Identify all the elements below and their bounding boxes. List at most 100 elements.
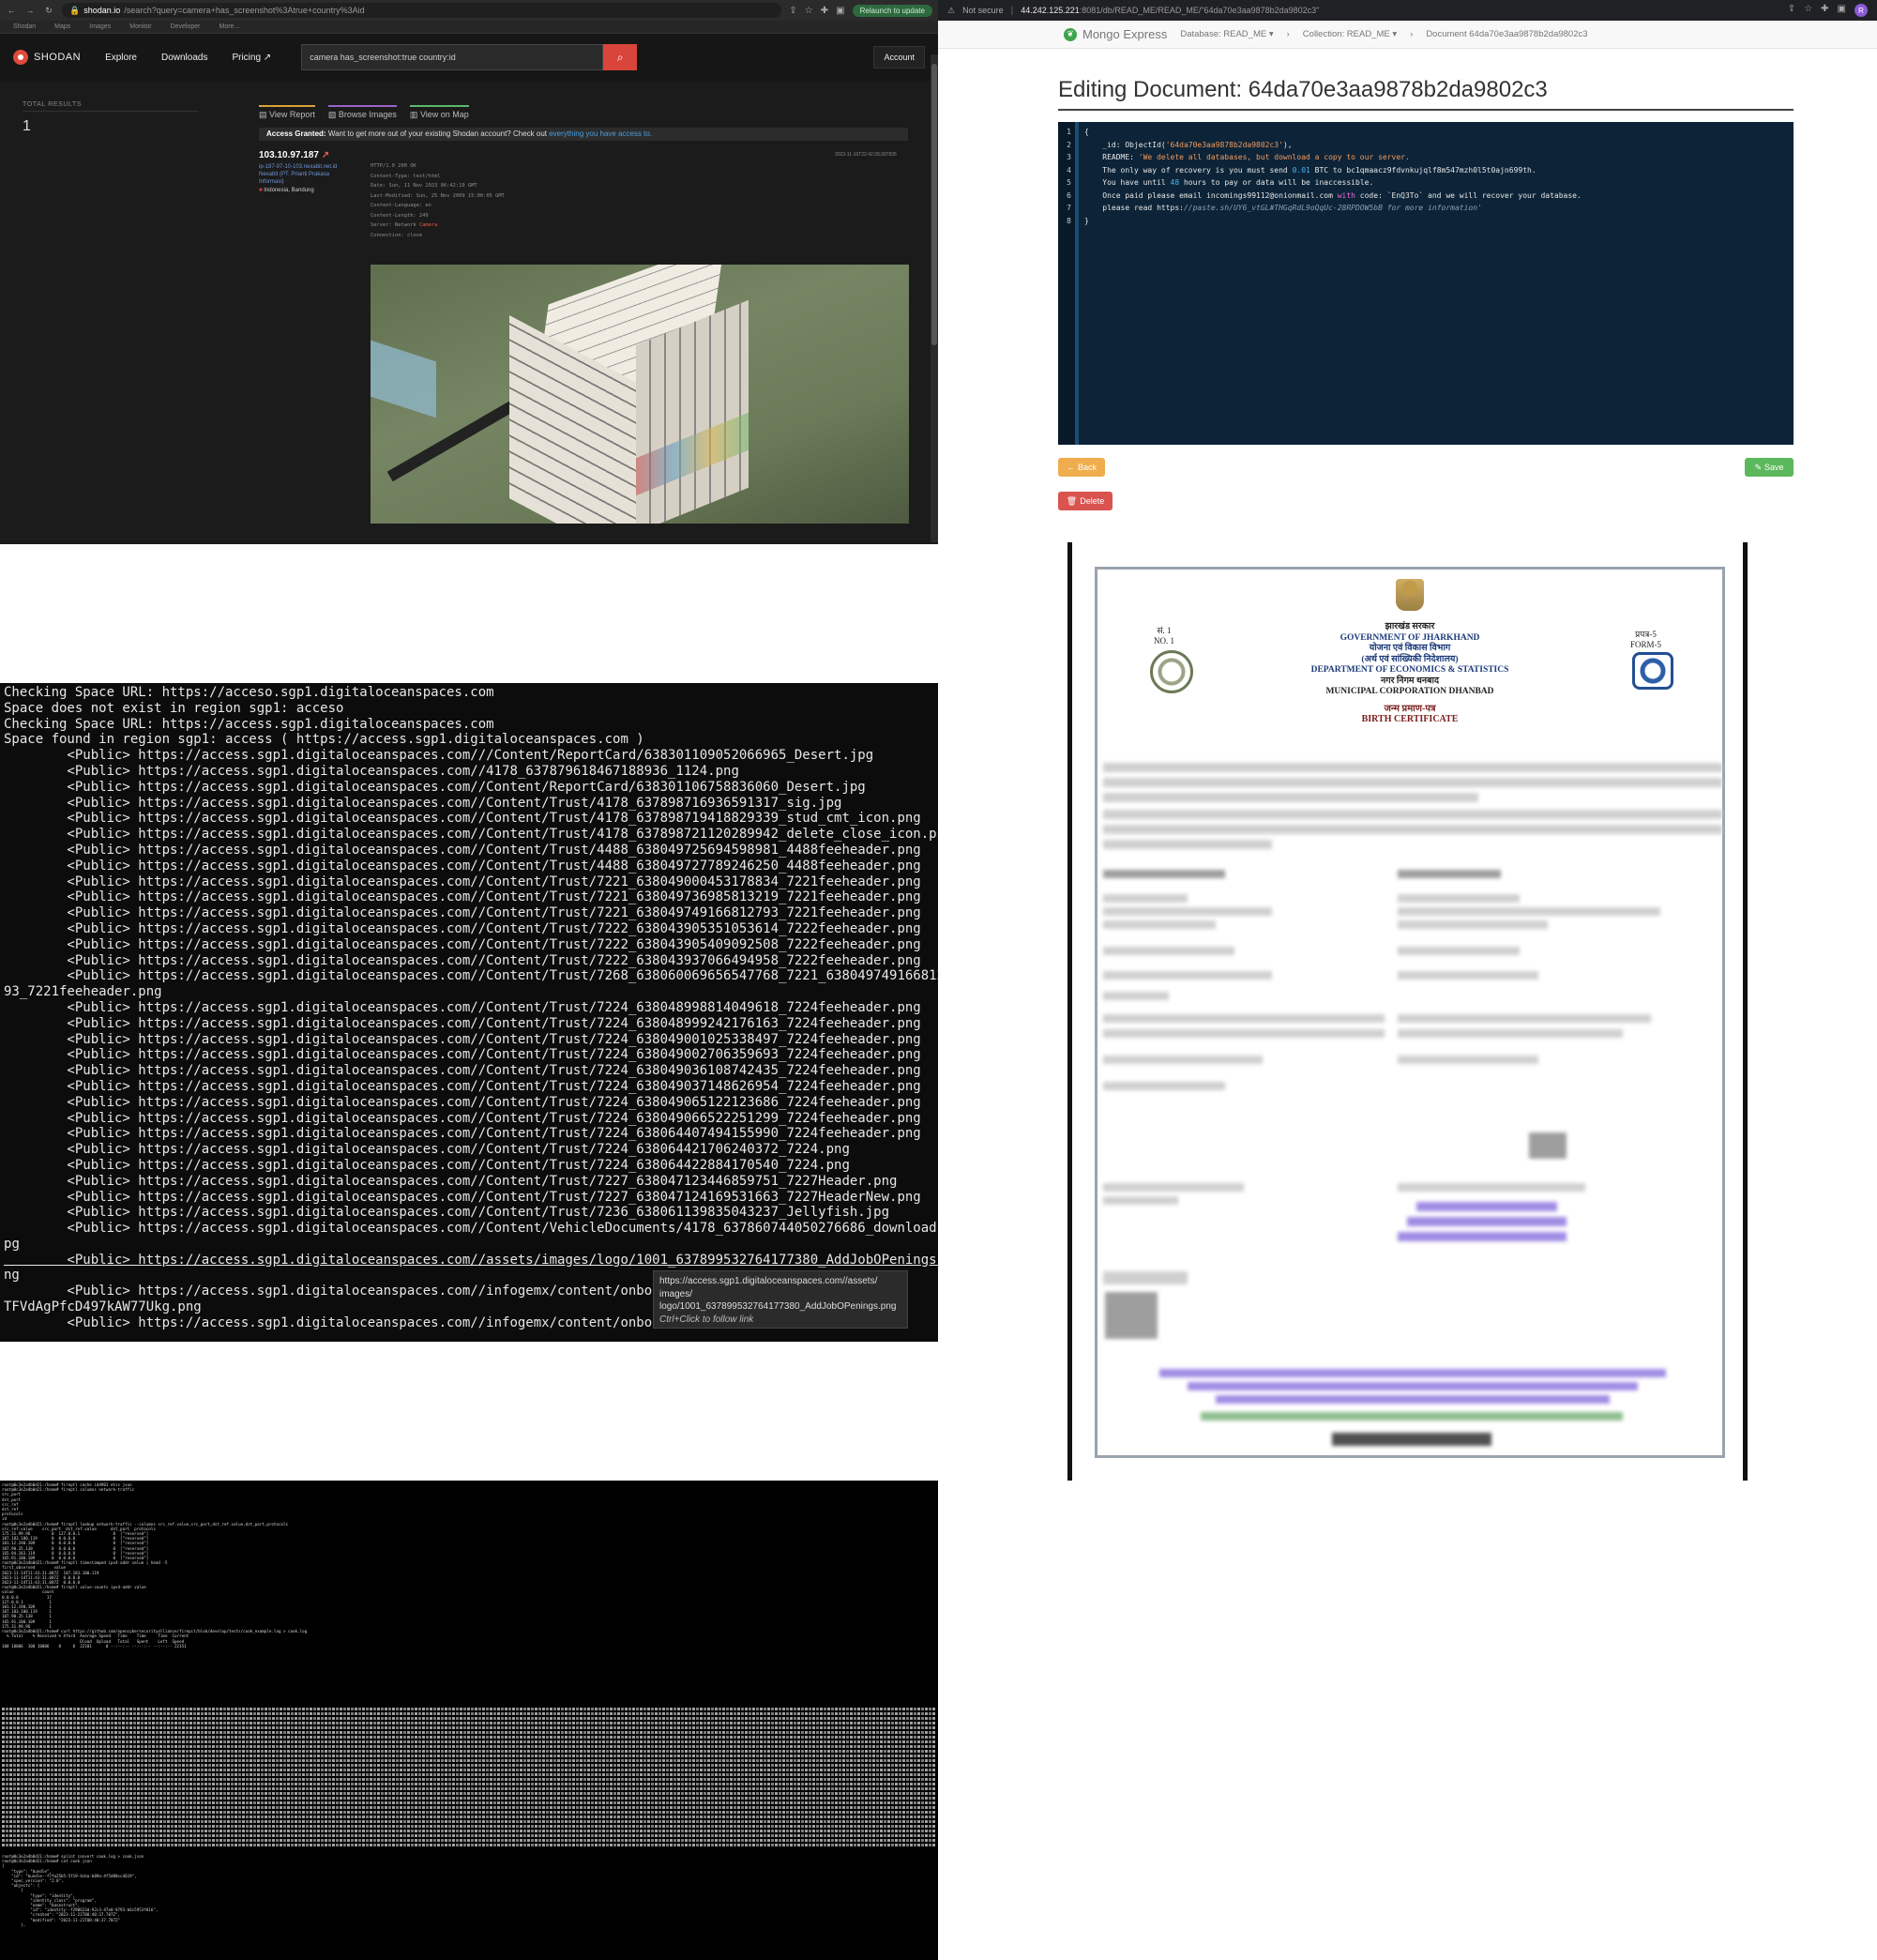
terminal-line: pg	[4, 1236, 20, 1252]
terminal-line: <Public> https://access.sgp1.digitalocea…	[4, 1189, 921, 1205]
redacted-text	[1103, 971, 1272, 980]
redacted-text	[1103, 1196, 1178, 1205]
redacted-text	[1103, 1029, 1385, 1038]
redacted-text	[1103, 825, 1722, 834]
birth-certificate: सं. 1 NO. 1 प्रपत्र-5 FORM-5 झारखंड सरका…	[1095, 567, 1725, 1458]
state-hi: झारखंड सरकार	[1385, 622, 1435, 631]
mongo-navbar: ❦ Mongo Express Database: READ_ME ▾ › Co…	[938, 21, 1877, 49]
terminal-line: <Public> https://access.sgp1.digitalocea…	[4, 1015, 921, 1031]
images-icon: ▧	[327, 110, 339, 119]
terminal-line: <Public> https://access.sgp1.digitalocea…	[4, 1094, 921, 1110]
extensions-icon[interactable]: ✚	[1821, 4, 1828, 17]
code-token: 48	[1170, 178, 1180, 187]
share-icon[interactable]: ⇪	[1788, 4, 1795, 17]
back-arrow-icon[interactable]: ←	[6, 6, 17, 15]
search-bar: ⌕	[301, 44, 638, 70]
code-token: _id: ObjectId(	[1084, 140, 1166, 149]
redacted-text	[1398, 947, 1520, 955]
bookmark-developer[interactable]: Developer	[171, 23, 201, 30]
terminal-output[interactable]: Checking Space URL: https://acceso.sgp1.…	[4, 685, 938, 1331]
document-editor[interactable]: 1 2 3 4 5 6 7 8 { _id: ObjectId('64da70e…	[1058, 122, 1794, 445]
redacted-stamp	[1398, 1232, 1567, 1241]
search-input[interactable]	[301, 44, 604, 70]
reload-icon[interactable]: ↻	[43, 6, 54, 16]
address-bar[interactable]: 🔒 shodan.io/search?query=camera+has_scre…	[62, 3, 782, 18]
line-number: 8	[1067, 216, 1071, 225]
page-title: Editing Document: 64da70e3aa9878b2da9802…	[1058, 77, 1548, 102]
terminal-line: <Public> https://access.sgp1.digitalocea…	[4, 811, 921, 827]
camera-screenshot[interactable]	[371, 265, 909, 524]
relaunch-button[interactable]: Relaunch to update	[852, 4, 932, 17]
not-secure-label[interactable]: Not secure	[962, 6, 1004, 15]
code-token: You have until	[1084, 178, 1171, 187]
code-line: README: 'We delete all databases, but do…	[1084, 151, 1582, 164]
shodan-logo[interactable]: SHODAN	[13, 50, 81, 65]
http-line: Last-Modified: Sun, 25 Nov 2009 15:00:05…	[371, 192, 505, 199]
back-button[interactable]: ← Back	[1058, 458, 1105, 477]
share-icon[interactable]: ⇪	[789, 6, 796, 16]
avatar[interactable]: R	[1854, 4, 1868, 17]
shodan-window: ← → ↻ 🔒 shodan.io/search?query=camera+ha…	[0, 0, 938, 544]
address-bar-2[interactable]: 44.242.125.221:8081/db/READ_ME/READ_ME/"…	[1021, 6, 1319, 15]
forward-arrow-icon[interactable]: →	[24, 6, 36, 15]
small-terminal-tail[interactable]: root@0c3e2a4b0d21:/home# splint convert …	[2, 1854, 158, 1927]
code-line: }	[1084, 216, 1089, 225]
code-token: with	[1337, 190, 1355, 200]
code-token: please read https:	[1084, 204, 1184, 212]
star-icon[interactable]: ☆	[805, 6, 813, 16]
shodan-logo-text: SHODAN	[34, 52, 82, 63]
result-ip[interactable]: 103.10.97.187 ↗	[259, 150, 329, 160]
bookmark-maps[interactable]: Maps	[54, 23, 70, 30]
vertical-scrollbar[interactable]	[931, 54, 938, 542]
nav-downloads[interactable]: Downloads	[161, 53, 207, 63]
redacted-signature	[1529, 1132, 1567, 1159]
extensions-icon[interactable]: ✚	[821, 6, 828, 16]
bookmarks-bar: Shodan Maps Images Monitor Developer Mor…	[0, 21, 938, 34]
url-host-2: 44.242.125.221	[1021, 6, 1080, 15]
star-icon[interactable]: ☆	[1804, 4, 1812, 17]
nav-pricing[interactable]: Pricing ↗	[232, 53, 271, 63]
terminal-line: <Public> https://access.sgp1.digitalocea…	[4, 920, 921, 936]
tab-browse-images[interactable]: ▧ Browse Images	[327, 105, 397, 123]
delete-button[interactable]: 🗑 Delete	[1058, 492, 1113, 510]
terminal-line: <Public> https://access.sgp1.digitalocea…	[4, 1110, 921, 1126]
result-hostname[interactable]: ip-187-97-10-103.nexabit.net.id	[259, 163, 343, 171]
bookmark-images[interactable]: Images	[89, 23, 111, 30]
redacted-text	[1398, 1056, 1538, 1064]
terminal-line: <Public> https://access.sgp1.digitalocea…	[4, 1173, 898, 1189]
search-button[interactable]: ⌕	[603, 44, 638, 70]
code-token: hours to pay or data will be inaccessibl…	[1179, 178, 1374, 187]
dept-en: DEPARTMENT OF ECONOMICS & STATISTICS	[1310, 665, 1509, 675]
line-number: 5	[1067, 178, 1071, 187]
breadcrumb-database[interactable]: Database: READ_ME ▾	[1180, 29, 1273, 39]
banner-strong: Access Granted:	[266, 129, 326, 138]
save-button[interactable]: ✎ Save	[1745, 458, 1794, 477]
state-en: GOVERNMENT OF JHARKHAND	[1340, 632, 1480, 643]
nav-explore[interactable]: Explore	[105, 53, 137, 63]
mongo-brand[interactable]: ❦ Mongo Express	[1064, 27, 1167, 41]
breadcrumb-collection[interactable]: Collection: READ_ME ▾	[1303, 29, 1397, 39]
small-terminal-output[interactable]: root@0c3e2a4b0d21:/home# fireptl cache i…	[2, 1482, 307, 1649]
account-button[interactable]: Account	[873, 46, 925, 68]
sidebar-icon[interactable]: ▣	[1838, 4, 1846, 17]
redacted-stamp	[1416, 1202, 1557, 1211]
terminal-line: <Public> https://access.sgp1.digitalocea…	[4, 858, 921, 874]
hovered-link[interactable]: g	[11, 1237, 19, 1252]
pole-shape	[386, 396, 523, 482]
dept-hi-2: (अर्थ एवं सांख्यिकी निदेशालय)	[1361, 654, 1459, 664]
result-org[interactable]: Nexabit (PT. Prianti Prakasa Informasi)	[259, 171, 343, 186]
external-link-icon[interactable]: ↗	[322, 150, 329, 160]
warning-icon[interactable]: ⚠	[947, 6, 955, 16]
tab-view-report[interactable]: ▤ View Report	[259, 105, 315, 123]
bookmark-more[interactable]: More...	[219, 23, 240, 30]
terminal-window: Checking Space URL: https://acceso.sgp1.…	[0, 683, 938, 1342]
tab-view-on-map[interactable]: ▥ View on Map	[409, 105, 469, 123]
sidebar-icon[interactable]: ▣	[836, 6, 844, 16]
banner-link[interactable]: everything you have access to.	[549, 129, 652, 138]
bookmark-shodan[interactable]: Shodan	[13, 23, 36, 30]
code-content[interactable]: { _id: ObjectId('64da70e3aa9878b2da9802c…	[1084, 126, 1582, 227]
leaf-icon: ❦	[1064, 27, 1077, 41]
bookmark-monitor[interactable]: Monitor	[129, 23, 151, 30]
http-line: HTTP/1.0 200 OK	[371, 163, 416, 169]
redacted-stamp	[1407, 1217, 1567, 1226]
